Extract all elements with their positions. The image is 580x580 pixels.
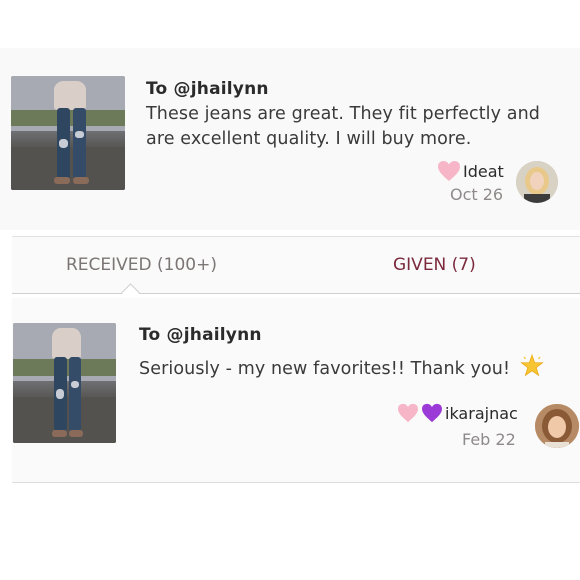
- love-note-card: To @jhailynn Seriously - my new favorite…: [12, 298, 580, 483]
- note-signature: Ideat: [437, 160, 504, 182]
- tab-received-count: (100+): [157, 255, 218, 275]
- note-date: Oct 26: [450, 185, 504, 204]
- note-message: These jeans are great. They fit perfectl…: [146, 104, 540, 149]
- purple-heart-icon: [422, 403, 442, 423]
- notes-tab-bar: RECEIVED (100+) GIVEN (7): [12, 236, 580, 294]
- note-message: Seriously - my new favorites!! Thank you…: [139, 353, 544, 382]
- sender-username[interactable]: ikarajnac: [445, 404, 518, 423]
- tab-received-label: RECEIVED: [66, 255, 152, 275]
- product-photo[interactable]: [13, 323, 116, 443]
- pink-heart-icon: [398, 403, 418, 423]
- note-recipient[interactable]: To @jhailynn: [139, 325, 262, 345]
- note-recipient[interactable]: To @jhailynn: [146, 79, 269, 99]
- pink-heart-icon: [438, 161, 460, 181]
- tab-received[interactable]: RECEIVED (100+): [66, 255, 217, 275]
- tab-given[interactable]: GIVEN (7): [393, 255, 476, 275]
- note-signature: ikarajnac: [397, 403, 518, 423]
- note-date: Feb 22: [462, 430, 516, 449]
- product-photo[interactable]: [11, 76, 125, 190]
- sender-avatar[interactable]: [516, 161, 558, 203]
- sender-username[interactable]: Ideat: [463, 162, 504, 181]
- love-note-card: To @jhailynn These jeans are great. They…: [0, 48, 580, 230]
- glowing-star-icon: [520, 353, 544, 377]
- sender-avatar[interactable]: [535, 404, 579, 448]
